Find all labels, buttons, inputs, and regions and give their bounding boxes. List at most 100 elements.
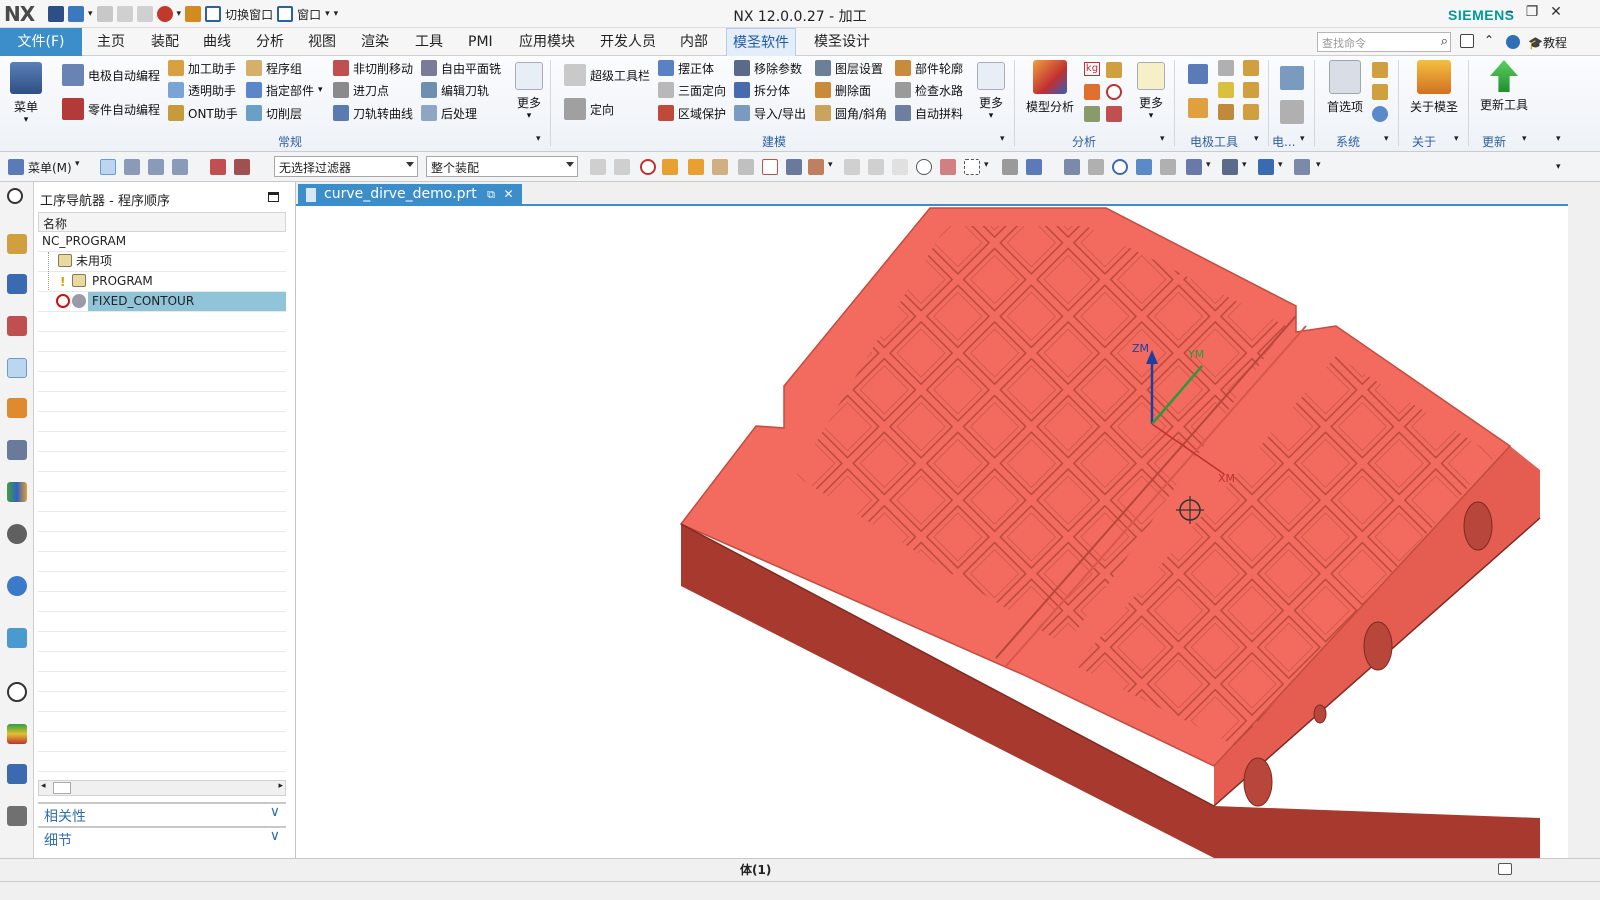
assembly-navigator-icon[interactable] — [7, 274, 27, 294]
draft-icon[interactable] — [1084, 106, 1100, 122]
robot-icon[interactable] — [7, 806, 27, 826]
view-triad-icon[interactable] — [1294, 159, 1310, 175]
zoom-icon[interactable] — [1088, 159, 1104, 175]
window-icon[interactable] — [277, 6, 294, 22]
entry-point-button[interactable]: 进刀点 — [333, 80, 389, 100]
select-body-icon[interactable] — [662, 159, 678, 175]
settings-gear-icon[interactable] — [7, 188, 23, 204]
snap-dropdown-icon[interactable]: ▾ — [177, 9, 182, 19]
view-triad-dropdown-icon[interactable]: ▾ — [1316, 160, 1321, 170]
constraint-navigator-icon[interactable] — [7, 316, 27, 336]
history-clock-icon[interactable] — [7, 682, 27, 702]
snap-icon[interactable] — [156, 6, 173, 22]
info-icon[interactable] — [7, 576, 27, 596]
maximize-icon[interactable] — [268, 192, 279, 202]
generate-toolpath-icon[interactable] — [210, 159, 226, 175]
display-mode-dropdown-icon[interactable]: ▾ — [1242, 160, 1247, 170]
scroll-thumb[interactable] — [53, 782, 71, 794]
snap-center-icon[interactable] — [916, 159, 932, 175]
machine-navigator-icon[interactable] — [7, 398, 27, 418]
update-tools-button[interactable]: 更新工具 — [1474, 60, 1534, 113]
tab-moshengruanjian[interactable]: 模圣软件 — [726, 28, 796, 57]
undock-icon[interactable]: ⧉ — [487, 188, 495, 201]
dependencies-panel[interactable]: 相关性 ∨ — [38, 802, 286, 825]
details-panel[interactable]: 细节 ∨ — [38, 826, 286, 849]
file-menu-tab[interactable]: 文件(F) — [0, 28, 82, 56]
electrode-tool-f-icon[interactable] — [1243, 104, 1259, 120]
render-style-icon[interactable] — [1002, 159, 1018, 175]
undo-icon[interactable] — [68, 6, 84, 22]
preferences-button[interactable]: 首选项 — [1322, 60, 1368, 115]
mass-kg-icon[interactable]: kg — [1084, 62, 1100, 76]
electrode-auto-program-button[interactable]: 电极自动编程 — [62, 64, 160, 86]
tab-moshengsheji[interactable]: 模圣设计 — [808, 28, 876, 56]
tab-app-modules[interactable]: 应用模块 — [513, 28, 581, 56]
analysis-more-button[interactable]: 更多 ▾ — [1134, 62, 1168, 121]
part-model[interactable]: ZM YM XM — [296, 206, 1568, 858]
machining-assistant-button[interactable]: 加工助手 — [168, 58, 236, 78]
fit-view-icon[interactable] — [1064, 159, 1080, 175]
about-group-expand-icon[interactable]: ▾ — [1454, 134, 1459, 144]
cut-levels-button[interactable]: 切削层 — [246, 103, 302, 123]
display-mode-icon[interactable] — [1222, 159, 1238, 175]
geometry-view-icon[interactable] — [148, 159, 164, 175]
minimize-icon[interactable]: – — [1500, 4, 1520, 22]
snap-midpoint-icon[interactable] — [868, 159, 884, 175]
non-cutting-moves-button[interactable]: 非切削移动 — [333, 58, 413, 78]
layer-settings-button[interactable]: 图层设置 — [815, 58, 883, 78]
electrode-group-expand-icon[interactable]: ▾ — [1254, 134, 1259, 144]
palette-icon[interactable] — [7, 724, 27, 744]
verify-toolpath-icon[interactable] — [234, 159, 250, 175]
tree-row[interactable]: NC_PROGRAM — [38, 232, 286, 252]
import-export-button[interactable]: 导入/导出 — [734, 103, 806, 123]
tab-curve[interactable]: 曲线 — [197, 28, 237, 56]
document-tab[interactable]: curve_dirve_demo.prt ⧉ ✕ — [298, 184, 522, 206]
role-library-icon[interactable] — [7, 482, 27, 502]
part-navigator-icon[interactable] — [7, 234, 27, 254]
scroll-right-icon[interactable]: ▸ — [278, 781, 283, 791]
electrode-extra-icon[interactable] — [1280, 66, 1304, 90]
column-header-name[interactable]: 名称 — [38, 212, 286, 232]
electrode-design-icon[interactable] — [1188, 64, 1208, 84]
update-group-expand-icon[interactable]: ▾ — [1522, 134, 1527, 144]
tab-view[interactable]: 视图 — [302, 28, 342, 56]
toolpath-to-curve-button[interactable]: 刀轨转曲线 — [333, 103, 413, 123]
select-curve-icon[interactable] — [762, 159, 778, 175]
snap-point-icon[interactable] — [786, 159, 802, 175]
system-tool-a-icon[interactable] — [1372, 62, 1388, 78]
general-filter-icon[interactable] — [614, 159, 630, 175]
select-face-icon[interactable] — [688, 159, 704, 175]
scroll-left-icon[interactable]: ◂ — [41, 781, 46, 791]
machine-tool-view-icon[interactable] — [124, 159, 140, 175]
point-filter-icon[interactable] — [808, 159, 824, 175]
ribbon-options-icon[interactable]: ▾ — [1556, 134, 1561, 144]
cut-icon[interactable] — [96, 6, 113, 22]
electrode-block-icon[interactable] — [1188, 98, 1208, 118]
help-icon[interactable] — [1506, 35, 1520, 49]
snap-control-icon[interactable] — [892, 159, 908, 175]
post-process-button[interactable]: 后处理 — [421, 103, 477, 123]
reuse-library-icon[interactable] — [7, 440, 27, 460]
electrode-tool-a-icon[interactable] — [1218, 60, 1234, 76]
three-face-orient-button[interactable]: 三面定向 — [658, 80, 726, 100]
delete-face-button[interactable]: 删除面 — [815, 80, 871, 100]
layout-dropdown-icon[interactable]: ▾ — [1206, 160, 1211, 170]
switch-window-icon[interactable] — [205, 6, 222, 22]
menu-dropdown-icon[interactable]: ▾ — [75, 159, 80, 169]
analysis-group-expand-icon[interactable]: ▾ — [1160, 134, 1165, 144]
snap-intersection-icon[interactable] — [940, 159, 956, 175]
ribbon-menu-button[interactable]: 菜单 ▾ — [6, 62, 46, 125]
analysis-tool-icon[interactable] — [1106, 62, 1122, 78]
type-filter-icon[interactable] — [590, 159, 606, 175]
shaded-icon[interactable] — [1258, 159, 1274, 175]
deviation-icon[interactable] — [1106, 106, 1122, 122]
close-icon[interactable]: ✕ — [1546, 4, 1566, 22]
system-help-icon[interactable] — [1372, 106, 1388, 122]
edit-toolpath-button[interactable]: 编辑刀轨 — [421, 80, 489, 100]
fillet-chamfer-button[interactable]: 圆角/斜角 — [815, 103, 887, 123]
process-studio-icon[interactable] — [7, 764, 27, 784]
point-filter-dropdown-icon[interactable]: ▾ — [828, 160, 833, 170]
modeling-group-expand-icon[interactable]: ▾ — [1000, 134, 1005, 144]
check-waterway-button[interactable]: 检查水路 — [895, 80, 963, 100]
select-feature-icon[interactable] — [712, 159, 728, 175]
